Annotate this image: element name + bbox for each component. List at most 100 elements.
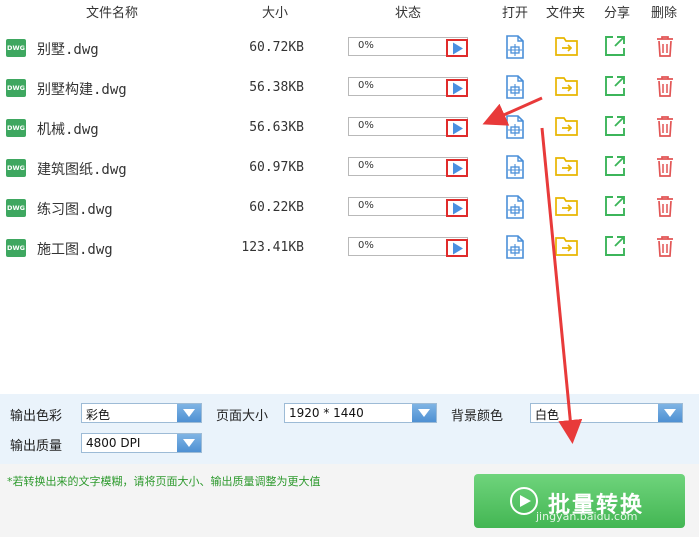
- column-header-folder: 文件夹: [546, 6, 586, 21]
- watermark-text: jingyan.baidu.com: [536, 510, 638, 523]
- chevron-down-icon: [664, 409, 676, 417]
- column-header-status: 状态: [395, 6, 422, 21]
- table-row: DWG 练习图.dwg 60.22KB 0%: [0, 187, 699, 227]
- share-icon: [605, 116, 625, 136]
- share-button[interactable]: [604, 155, 626, 179]
- play-icon: [453, 242, 463, 255]
- file-name: 施工图.dwg: [37, 242, 113, 258]
- open-folder-button[interactable]: [555, 35, 578, 59]
- delete-button[interactable]: [655, 235, 677, 259]
- dropdown-arrow[interactable]: [658, 404, 682, 422]
- folder-arrow-icon: [555, 237, 578, 256]
- column-header-open: 打开: [502, 6, 529, 21]
- open-file-icon: [506, 115, 524, 139]
- table-row: DWG 别墅.dwg 60.72KB 0%: [0, 27, 699, 67]
- file-name: 别墅构建.dwg: [37, 82, 127, 98]
- trash-icon: [657, 76, 673, 97]
- open-file-button[interactable]: [505, 155, 527, 179]
- trash-icon: [657, 36, 673, 57]
- share-icon: [605, 236, 625, 256]
- dropdown-arrow[interactable]: [177, 434, 201, 452]
- output-settings-panel: 输出色彩 彩色 页面大小 1920 * 1440 背景颜色 白色 输出质量 48…: [0, 394, 699, 464]
- open-folder-button[interactable]: [555, 195, 578, 219]
- start-convert-button[interactable]: [446, 79, 468, 97]
- start-convert-button[interactable]: [446, 39, 468, 57]
- output-quality-value: 4800 DPI: [86, 436, 141, 450]
- share-button[interactable]: [604, 75, 626, 99]
- share-icon: [605, 196, 625, 216]
- open-file-button[interactable]: [505, 195, 527, 219]
- quality-tip: *若转换出来的文字模糊，请将页面大小、输出质量调整为更大值: [7, 475, 321, 488]
- file-name: 建筑图纸.dwg: [37, 162, 127, 178]
- trash-icon: [657, 156, 673, 177]
- progress-text: 0%: [358, 80, 374, 91]
- chevron-down-icon: [183, 409, 195, 417]
- open-file-button[interactable]: [505, 235, 527, 259]
- delete-button[interactable]: [655, 75, 677, 99]
- page-size-select[interactable]: 1920 * 1440: [284, 403, 437, 423]
- table-row: DWG 建筑图纸.dwg 60.97KB 0%: [0, 147, 699, 187]
- open-folder-button[interactable]: [555, 75, 578, 99]
- column-header-share: 分享: [604, 6, 631, 21]
- file-size: 60.72KB: [249, 40, 304, 55]
- output-color-label: 输出色彩: [10, 409, 63, 424]
- delete-button[interactable]: [655, 115, 677, 139]
- open-folder-button[interactable]: [555, 115, 578, 139]
- progress-text: 0%: [358, 40, 374, 51]
- dropdown-arrow[interactable]: [177, 404, 201, 422]
- delete-button[interactable]: [655, 155, 677, 179]
- output-color-select[interactable]: 彩色: [81, 403, 202, 423]
- share-button[interactable]: [604, 195, 626, 219]
- background-color-value: 白色: [535, 408, 560, 422]
- trash-icon: [657, 196, 673, 217]
- column-header-delete: 删除: [651, 6, 678, 21]
- file-size: 123.41KB: [241, 240, 304, 255]
- folder-arrow-icon: [555, 157, 578, 176]
- open-file-button[interactable]: [505, 35, 527, 59]
- play-icon: [453, 42, 463, 55]
- open-file-icon: [506, 35, 524, 59]
- progress-text: 0%: [358, 240, 374, 251]
- share-button[interactable]: [604, 235, 626, 259]
- trash-icon: [657, 116, 673, 137]
- delete-button[interactable]: [655, 195, 677, 219]
- share-button[interactable]: [604, 115, 626, 139]
- page-size-value: 1920 * 1440: [289, 406, 364, 420]
- play-icon: [453, 82, 463, 95]
- dropdown-arrow[interactable]: [412, 404, 436, 422]
- file-name: 机械.dwg: [37, 122, 99, 138]
- share-icon: [605, 156, 625, 176]
- file-list-header: 文件名称 大小 状态 打开 文件夹 分享 删除: [0, 0, 699, 22]
- background-color-select[interactable]: 白色: [530, 403, 683, 423]
- trash-icon: [657, 236, 673, 257]
- output-quality-select[interactable]: 4800 DPI: [81, 433, 202, 453]
- start-convert-button[interactable]: [446, 199, 468, 217]
- column-header-size: 大小: [262, 6, 289, 21]
- folder-arrow-icon: [555, 37, 578, 56]
- batch-convert-button[interactable]: 批量转换 jingyan.baidu.com: [474, 474, 685, 528]
- start-convert-button[interactable]: [446, 159, 468, 177]
- open-folder-button[interactable]: [555, 155, 578, 179]
- start-convert-button[interactable]: [446, 119, 468, 137]
- play-icon: [520, 495, 531, 507]
- open-folder-button[interactable]: [555, 235, 578, 259]
- delete-button[interactable]: [655, 35, 677, 59]
- chevron-down-icon: [418, 409, 430, 417]
- open-file-button[interactable]: [505, 115, 527, 139]
- dwg-file-icon: DWG: [6, 239, 26, 257]
- table-row: DWG 机械.dwg 56.63KB 0%: [0, 107, 699, 147]
- table-row: DWG 施工图.dwg 123.41KB 0%: [0, 227, 699, 267]
- output-color-value: 彩色: [86, 408, 111, 422]
- play-icon: [453, 162, 463, 175]
- chevron-down-icon: [183, 439, 195, 447]
- file-name: 练习图.dwg: [37, 202, 113, 218]
- start-convert-button[interactable]: [446, 239, 468, 257]
- dwg-file-icon: DWG: [6, 119, 26, 137]
- open-file-icon: [506, 155, 524, 179]
- background-color-label: 背景颜色: [451, 409, 504, 424]
- play-circle-icon: [510, 487, 538, 515]
- open-file-icon: [506, 235, 524, 259]
- share-button[interactable]: [604, 35, 626, 59]
- file-size: 56.38KB: [249, 80, 304, 95]
- open-file-button[interactable]: [505, 75, 527, 99]
